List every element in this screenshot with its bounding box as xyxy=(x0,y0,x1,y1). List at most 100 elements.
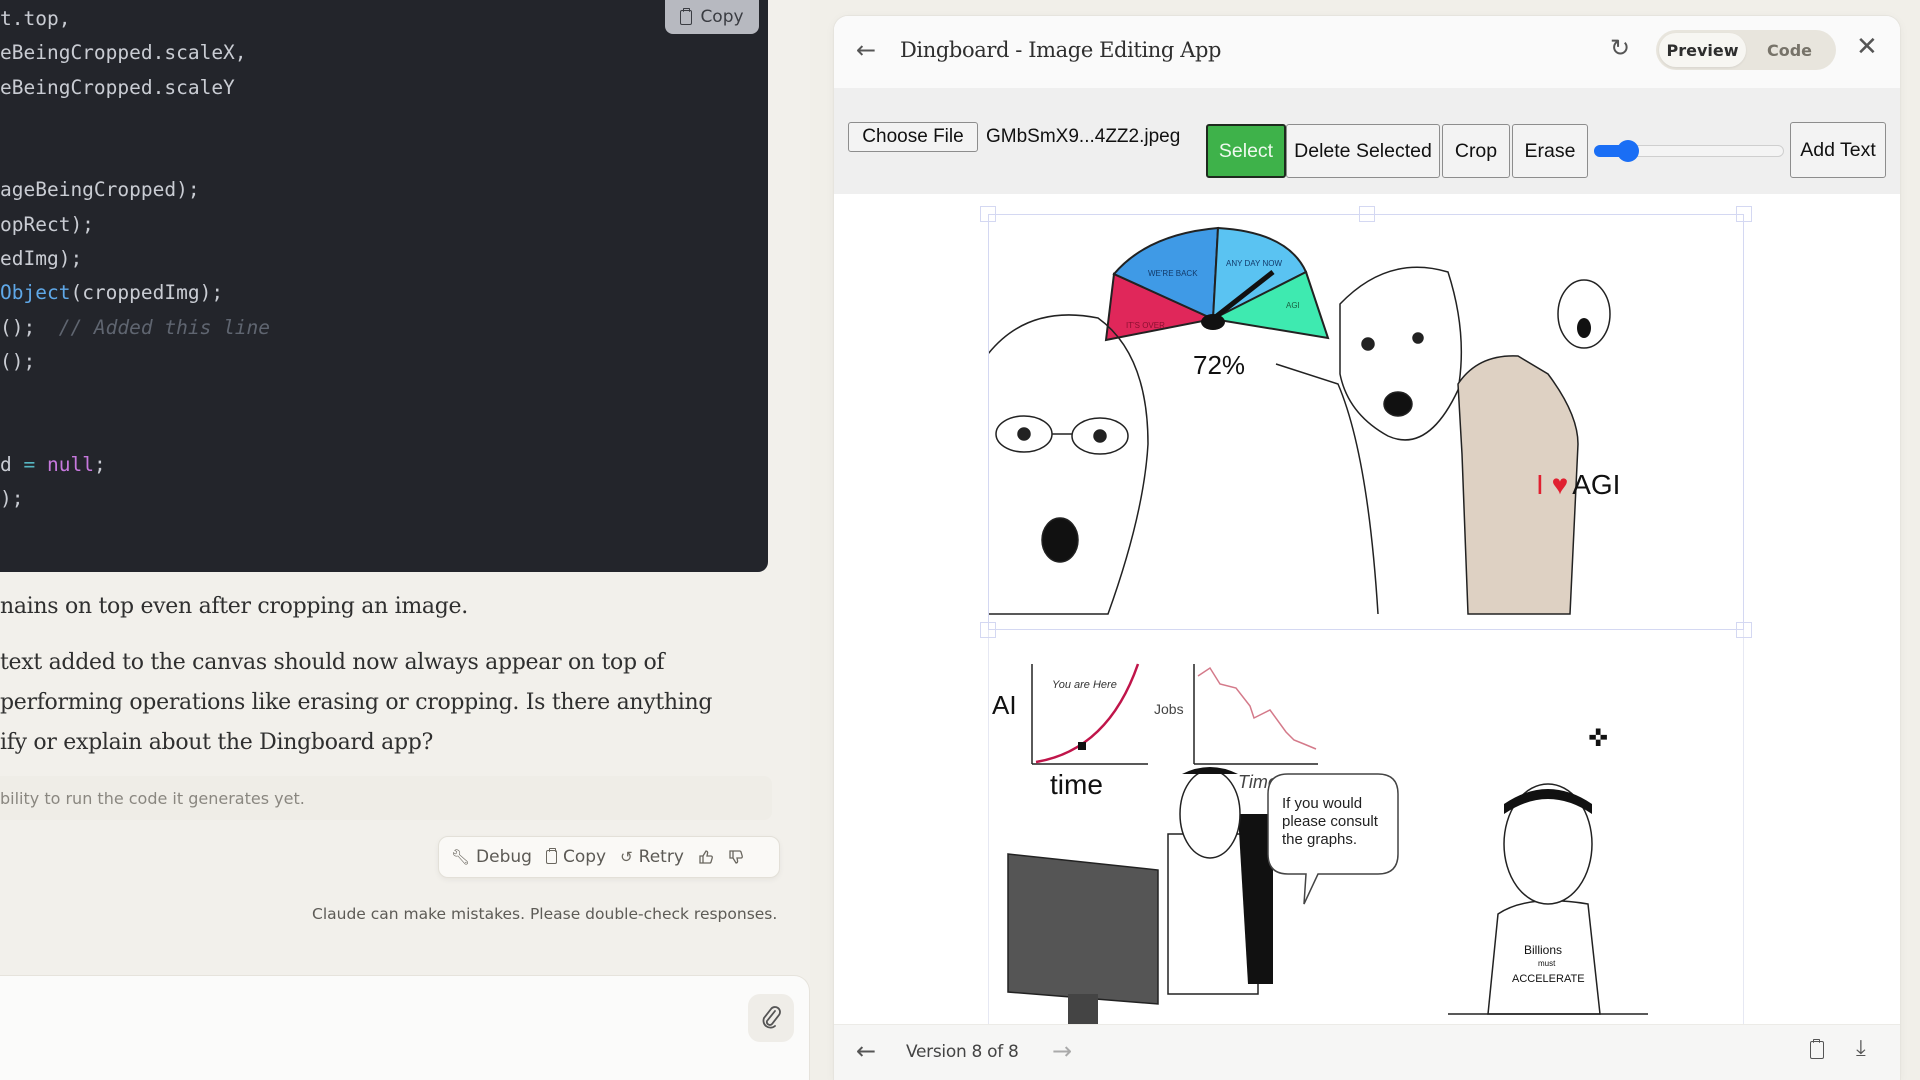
code-block: t.top, eBeingCropped.scaleX, eBeingCropped… xyxy=(0,0,768,572)
svg-text:time: time xyxy=(1050,769,1103,800)
code-token: (); xyxy=(0,349,36,373)
code-token: (); xyxy=(0,315,59,339)
thumbs-down-button[interactable] xyxy=(728,849,744,865)
close-icon: ✕ xyxy=(1856,32,1878,62)
thumbs-up-button[interactable] xyxy=(698,849,714,865)
message-paragraph: performing operations like erasing or cr… xyxy=(0,690,713,715)
close-button[interactable]: ✕ xyxy=(1856,32,1878,62)
code-copy-button[interactable]: Copy xyxy=(665,0,759,34)
svg-text:If you would: If you would xyxy=(1282,795,1362,812)
refresh-button[interactable]: ↻ xyxy=(1610,34,1630,62)
crop-button[interactable]: Crop xyxy=(1442,124,1510,178)
svg-text:the graphs.: the graphs. xyxy=(1282,831,1357,848)
code-token: opRect); xyxy=(0,212,94,236)
next-version-button[interactable]: → xyxy=(1052,1037,1072,1065)
back-button[interactable]: ← xyxy=(856,36,876,64)
code-copy-label: Copy xyxy=(700,7,744,27)
debug-label: Debug xyxy=(476,847,532,867)
image-canvas[interactable]: IT'S OVER WE'RE BACK ANY DAY NOW AGI 72% xyxy=(834,194,1900,1024)
thumbs-up-icon xyxy=(699,850,713,864)
slider-thumb[interactable] xyxy=(1617,140,1640,162)
code-token: eBeingCropped.scaleY xyxy=(0,75,235,99)
artifact-panel: ← Dingboard - Image Editing App ↻ Previe… xyxy=(834,16,1900,1080)
artifact-title: Dingboard - Image Editing App xyxy=(900,38,1222,62)
code-tab[interactable]: Code xyxy=(1746,33,1833,67)
code-token: eBeingCropped.scaleX, xyxy=(0,41,247,65)
brush-size-slider[interactable] xyxy=(1594,140,1784,162)
download-icon: ⤓ xyxy=(1856,1036,1866,1061)
code-token: (croppedImg); xyxy=(70,281,224,305)
file-name-label: GMbSmX9...4ZZ2.jpeg xyxy=(986,126,1181,147)
resize-handle[interactable] xyxy=(1736,206,1752,222)
attach-button[interactable] xyxy=(748,994,794,1042)
clipboard-icon xyxy=(1810,1039,1824,1059)
refresh-icon: ↻ xyxy=(1610,34,1631,62)
choose-file-button[interactable]: Choose File xyxy=(848,122,978,152)
code-token: d xyxy=(0,452,24,476)
erase-button[interactable]: Erase xyxy=(1512,124,1588,178)
svg-text:must: must xyxy=(1538,959,1556,968)
message-composer[interactable] xyxy=(0,975,810,1080)
arrow-left-icon: ← xyxy=(856,36,877,64)
code-token: ; xyxy=(93,452,106,476)
preview-tab[interactable]: Preview xyxy=(1659,33,1746,67)
code-line: edImg); xyxy=(0,242,270,276)
select-tool-button[interactable]: Select xyxy=(1206,124,1286,178)
code-line: Object(croppedImg); xyxy=(0,276,270,310)
code-line: eBeingCropped.scaleY xyxy=(0,71,270,105)
artifact-header: ← Dingboard - Image Editing App ↻ Previe… xyxy=(834,16,1900,88)
clipboard-icon xyxy=(680,7,693,25)
code-lines: t.top, eBeingCropped.scaleX, eBeingCropped… xyxy=(0,2,270,516)
delete-selected-button[interactable]: Delete Selected xyxy=(1286,124,1440,178)
notice-text: bility to run the code it generates yet. xyxy=(0,789,305,808)
code-line: (); // Added this line xyxy=(0,311,270,345)
artifact-footer: ← Version 8 of 8 → ⤓ xyxy=(834,1024,1900,1080)
message-paragraph: ify or explain about the Dingboard app? xyxy=(0,730,434,755)
accelerate-character-drawing: Billions must ACCELERATE xyxy=(1448,783,1648,1015)
code-token: ageBeingCropped); xyxy=(0,178,200,202)
editor-toolbar: Choose File GMbSmX9...4ZZ2.jpeg Select D… xyxy=(834,88,1900,194)
move-cursor-icon: ✜ xyxy=(1588,724,1609,752)
svg-text:You are Here: You are Here xyxy=(1052,679,1117,691)
selection-bounding-box[interactable] xyxy=(980,206,1752,638)
graph-ai: AI time You are Here xyxy=(992,663,1148,800)
svg-text:Jobs: Jobs xyxy=(1154,701,1184,717)
code-token: = xyxy=(23,452,36,476)
debug-button[interactable]: 🔧︎ Debug xyxy=(451,847,532,867)
code-token: null xyxy=(46,452,94,476)
version-label: Version 8 of 8 xyxy=(906,1042,1019,1062)
previous-version-button[interactable]: ← xyxy=(856,1037,876,1065)
svg-text:please consult: please consult xyxy=(1282,813,1379,830)
arrow-left-icon: ← xyxy=(856,1037,877,1065)
resize-handle[interactable] xyxy=(1736,622,1752,638)
message-paragraph: nains on top even after cropping an imag… xyxy=(0,594,468,619)
copy-button[interactable]: Copy xyxy=(545,847,607,867)
wrench-icon: 🔧︎ xyxy=(451,848,471,866)
disclaimer-text: Claude can make mistakes. Please double-… xyxy=(312,905,778,923)
resize-handle[interactable] xyxy=(1359,206,1375,222)
download-button[interactable]: ⤓ xyxy=(1856,1036,1866,1061)
code-line: d = null; xyxy=(0,448,270,482)
arrow-right-icon: → xyxy=(1052,1037,1073,1065)
copy-label: Copy xyxy=(562,847,607,867)
clipboard-icon xyxy=(545,848,557,864)
desk-character-drawing xyxy=(1007,767,1273,1024)
retry-label: Retry xyxy=(638,847,684,867)
svg-text:AI: AI xyxy=(992,690,1017,720)
copy-artifact-button[interactable] xyxy=(1810,1039,1824,1064)
code-line: eBeingCropped.scaleX, xyxy=(0,36,270,70)
paperclip-icon xyxy=(762,1006,781,1029)
add-text-button[interactable]: Add Text xyxy=(1790,122,1886,178)
code-line: opRect); xyxy=(0,208,270,242)
speech-bubble: If you would please consult the graphs. xyxy=(1267,773,1399,905)
resize-handle[interactable] xyxy=(980,206,996,222)
message-paragraph: text added to the canvas should now alwa… xyxy=(0,650,665,675)
code-line: (); xyxy=(0,345,270,379)
resize-handle[interactable] xyxy=(980,622,996,638)
retry-button[interactable]: ↺ Retry xyxy=(620,847,684,867)
